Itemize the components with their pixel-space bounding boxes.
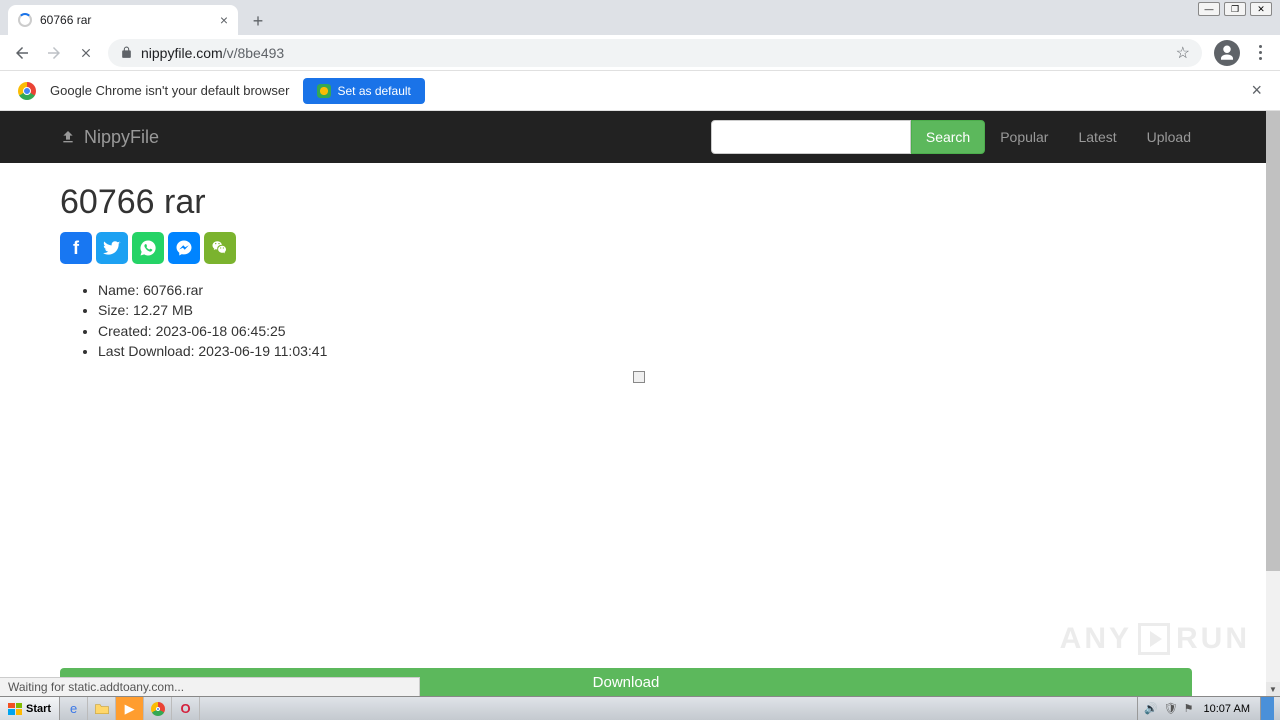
search-group: Search — [711, 120, 985, 154]
site-brand[interactable]: NippyFile — [60, 127, 159, 148]
window-minimize-button[interactable]: — — [1198, 2, 1220, 16]
loading-spinner-icon — [18, 13, 32, 27]
start-label: Start — [26, 703, 51, 715]
chrome-logo-icon — [18, 82, 36, 100]
tab-close-button[interactable]: × — [220, 12, 228, 28]
default-browser-infobar: Google Chrome isn't your default browser… — [0, 71, 1280, 111]
address-bar[interactable]: nippyfile.com/v/8be493 ☆ — [108, 39, 1202, 67]
share-twitter-button[interactable] — [96, 232, 128, 264]
browser-tabstrip: 60766 rar × + — [0, 0, 1280, 35]
detail-created: Created: 2023-06-18 06:45:25 — [98, 321, 1206, 341]
page-content: 60766 rar f Name: 60766.rar Size: 12.27 — [0, 163, 1266, 381]
infobar-close-button[interactable]: × — [1251, 80, 1262, 101]
brand-text: NippyFile — [84, 127, 159, 148]
search-input[interactable] — [711, 120, 911, 154]
taskbar-opera-icon[interactable]: O — [172, 697, 200, 720]
scrollbar-down-arrow-icon[interactable]: ▼ — [1266, 682, 1280, 696]
share-row: f — [60, 232, 1206, 264]
tray-volume-icon[interactable]: 🔊 — [1144, 702, 1158, 715]
nav-link-popular[interactable]: Popular — [985, 129, 1063, 145]
detail-last-download: Last Download: 2023-06-19 11:03:41 — [98, 341, 1206, 361]
share-whatsapp-button[interactable] — [132, 232, 164, 264]
tray-security-icon[interactable]: 🛡 — [1164, 702, 1178, 715]
vertical-scrollbar[interactable]: ▼ — [1266, 111, 1280, 696]
upload-icon — [60, 129, 76, 145]
lock-icon — [120, 46, 133, 59]
new-tab-button[interactable]: + — [244, 7, 272, 35]
back-button[interactable] — [8, 39, 36, 67]
forward-button[interactable] — [40, 39, 68, 67]
stop-button[interactable] — [72, 39, 100, 67]
taskbar-clock[interactable]: 10:07 AM — [1200, 703, 1254, 715]
tray-flag-icon[interactable]: ⚑ — [1184, 702, 1194, 715]
start-button[interactable]: Start — [0, 697, 60, 720]
system-tray: 🔊 🛡 ⚑ 10:07 AM — [1137, 697, 1280, 720]
browser-menu-button[interactable] — [1248, 45, 1272, 60]
shield-icon — [317, 84, 331, 98]
infobar-text: Google Chrome isn't your default browser — [50, 83, 289, 98]
scrollbar-thumb[interactable] — [1266, 111, 1280, 571]
windows-flag-icon — [8, 703, 22, 715]
url-text: nippyfile.com/v/8be493 — [141, 45, 1168, 61]
taskbar-ie-icon[interactable]: e — [60, 697, 88, 720]
show-desktop-button[interactable] — [1260, 697, 1274, 720]
loading-placeholder-icon — [633, 371, 645, 383]
taskbar-quicklaunch: e ▶ O — [60, 697, 200, 720]
profile-avatar-button[interactable] — [1214, 40, 1240, 66]
tab-title: 60766 rar — [40, 13, 212, 27]
window-controls: — ❐ ✕ — [1198, 2, 1272, 16]
window-close-button[interactable]: ✕ — [1250, 2, 1272, 16]
browser-toolbar: nippyfile.com/v/8be493 ☆ — [0, 35, 1280, 71]
search-button[interactable]: Search — [911, 120, 985, 154]
taskbar-chrome-icon[interactable] — [144, 697, 172, 720]
site-navbar: NippyFile Search Popular Latest Upload — [0, 111, 1266, 163]
share-wechat-button[interactable] — [204, 232, 236, 264]
browser-status-bar: Waiting for static.addtoany.com... — [0, 677, 420, 696]
browser-tab[interactable]: 60766 rar × — [8, 5, 238, 35]
share-facebook-button[interactable]: f — [60, 232, 92, 264]
set-default-button[interactable]: Set as default — [303, 78, 424, 104]
detail-name: Name: 60766.rar — [98, 280, 1206, 300]
nav-link-upload[interactable]: Upload — [1132, 129, 1206, 145]
set-default-label: Set as default — [337, 84, 410, 98]
file-details-list: Name: 60766.rar Size: 12.27 MB Created: … — [60, 280, 1206, 361]
detail-size: Size: 12.27 MB — [98, 300, 1206, 320]
window-maximize-button[interactable]: ❐ — [1224, 2, 1246, 16]
bookmark-star-icon[interactable]: ☆ — [1176, 43, 1190, 63]
nav-link-latest[interactable]: Latest — [1063, 129, 1131, 145]
page-viewport: NippyFile Search Popular Latest Upload 6… — [0, 111, 1280, 696]
page-heading: 60766 rar — [60, 183, 1206, 222]
taskbar-explorer-icon[interactable] — [88, 697, 116, 720]
share-messenger-button[interactable] — [168, 232, 200, 264]
taskbar-media-icon[interactable]: ▶ — [116, 697, 144, 720]
windows-taskbar: Start e ▶ O 🔊 🛡 ⚑ 10:07 AM — [0, 696, 1280, 720]
